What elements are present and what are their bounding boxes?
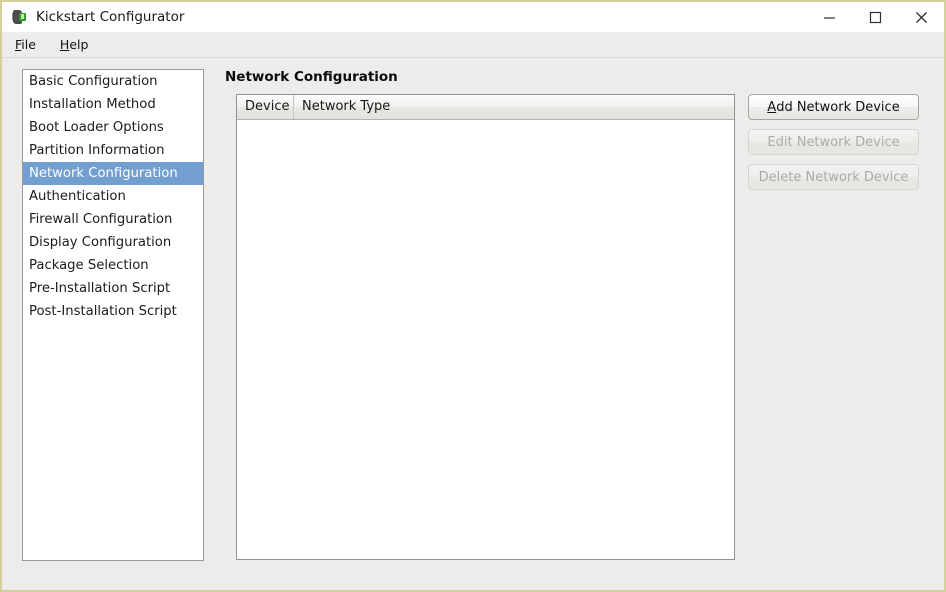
edit-network-device-button[interactable]: Edit Network Device [748, 129, 919, 155]
menu-bar: File Help [2, 32, 944, 58]
add-button-mnemonic: A [767, 99, 777, 115]
menu-help-mnemonic: H [59, 37, 70, 52]
sidebar-item-firewall-configuration[interactable]: Firewall Configuration [23, 208, 203, 231]
sidebar-item-post-installation-script[interactable]: Post-Installation Script [23, 300, 203, 323]
main-content: Basic Configuration Installation Method … [2, 58, 944, 590]
sidebar-item-pre-installation-script[interactable]: Pre-Installation Script [23, 277, 203, 300]
network-device-table[interactable]: Device Network Type [236, 94, 735, 560]
sidebar-item-partition-information[interactable]: Partition Information [23, 139, 203, 162]
maximize-icon[interactable] [852, 2, 898, 32]
menu-file[interactable]: File [11, 35, 46, 54]
title-bar: Kickstart Configurator [2, 2, 944, 32]
table-header-row: Device Network Type [237, 95, 734, 120]
sidebar-item-authentication[interactable]: Authentication [23, 185, 203, 208]
kickstart-app-icon [11, 9, 27, 25]
menu-help[interactable]: Help [56, 35, 99, 54]
add-button-rest: dd Network Device [776, 99, 900, 115]
menu-help-rest: elp [69, 37, 89, 52]
application-window: Kickstart Configurator File Help Basic C… [0, 0, 946, 592]
page-title: Network Configuration [225, 69, 398, 85]
sidebar-item-network-configuration[interactable]: Network Configuration [23, 162, 203, 185]
close-icon[interactable] [898, 2, 944, 32]
table-body[interactable] [237, 120, 734, 559]
column-header-network-type[interactable]: Network Type [294, 95, 398, 119]
device-action-buttons: Add Network Device Edit Network Device D… [748, 94, 919, 190]
title-bar-left: Kickstart Configurator [2, 9, 184, 25]
column-header-device[interactable]: Device [237, 95, 294, 119]
sidebar-item-package-selection[interactable]: Package Selection [23, 254, 203, 277]
add-network-device-button[interactable]: Add Network Device [748, 94, 919, 120]
minimize-icon[interactable] [806, 2, 852, 32]
sidebar-item-basic-configuration[interactable]: Basic Configuration [23, 70, 203, 93]
menu-file-rest: ile [21, 37, 36, 52]
sidebar-item-display-configuration[interactable]: Display Configuration [23, 231, 203, 254]
window-controls [806, 2, 944, 32]
window-title: Kickstart Configurator [36, 9, 185, 25]
sidebar-item-boot-loader-options[interactable]: Boot Loader Options [23, 116, 203, 139]
delete-network-device-button[interactable]: Delete Network Device [748, 164, 919, 190]
sidebar-item-installation-method[interactable]: Installation Method [23, 93, 203, 116]
section-list[interactable]: Basic Configuration Installation Method … [22, 69, 204, 561]
